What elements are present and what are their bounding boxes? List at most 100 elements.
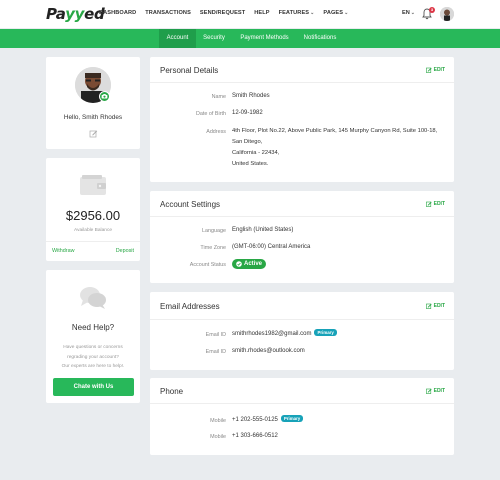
nav-transactions[interactable]: TRANSACTIONS xyxy=(145,10,191,16)
nav-pages[interactable]: PAGES⌄ xyxy=(323,10,348,16)
balance-label: Available Balance xyxy=(73,228,113,233)
phone-card: Phone EDIT Mobile +1 202-555-0125 Primary… xyxy=(150,378,454,455)
camera-icon xyxy=(101,94,108,99)
nav-send-request[interactable]: SEND/REQUEST xyxy=(200,10,245,16)
phone-value: +1 202-555-0125 Primary xyxy=(232,415,304,426)
phone-label: Mobile xyxy=(210,418,226,424)
address-label: Address xyxy=(206,129,226,135)
email-address: smithrhodes1982@gmail.com xyxy=(232,331,312,337)
withdraw-link[interactable]: Withdraw xyxy=(52,248,74,254)
edit-icon xyxy=(425,303,432,309)
edit-phone-button[interactable]: EDIT xyxy=(425,388,445,394)
email-label: Email ID xyxy=(205,349,226,355)
status-value: Active xyxy=(232,259,267,272)
phone-number: +1 202-555-0125 xyxy=(232,417,278,423)
personal-details-title: Personal Details xyxy=(160,66,219,75)
notification-badge: 3 xyxy=(429,7,435,13)
help-title: Need Help? xyxy=(71,323,115,332)
profile-greeting: Hello, Smith Rhodes xyxy=(63,114,123,121)
language-value: English (United States) xyxy=(232,227,294,233)
nav-dashboard[interactable]: DASHBOARD xyxy=(99,10,136,16)
edit-label: EDIT xyxy=(433,388,445,394)
tab-security[interactable]: Security xyxy=(199,29,229,48)
language-label: Language xyxy=(202,228,226,234)
edit-settings-button[interactable]: EDIT xyxy=(425,201,445,207)
personal-details-card: Personal Details EDIT Name Smith Rhodes … xyxy=(150,57,454,182)
balance-divider xyxy=(46,241,140,242)
card-divider xyxy=(150,216,454,217)
status-label: Account Status xyxy=(189,262,226,268)
chat-bubbles-icon xyxy=(80,287,106,309)
tab-account[interactable]: Account xyxy=(159,29,196,48)
nav-features[interactable]: FEATURES⌄ xyxy=(279,10,315,16)
language-label: EN xyxy=(402,10,410,16)
email-label: Email ID xyxy=(205,332,226,338)
dob-label: Date of Birth xyxy=(196,111,226,117)
tab-payment-methods[interactable]: Payment Methods xyxy=(236,29,293,48)
address-line: 4th Floor, Plot No.22, Above Public Park… xyxy=(232,128,438,134)
profile-card: Hello, Smith Rhodes xyxy=(46,57,140,149)
logo-text-start: Pa xyxy=(46,5,66,23)
account-settings-card: Account Settings EDIT Language English (… xyxy=(150,191,454,283)
edit-icon[interactable] xyxy=(89,129,98,138)
language-selector[interactable]: EN⌄ xyxy=(402,10,415,16)
name-label: Name xyxy=(211,94,226,100)
email-addresses-title: Email Addresses xyxy=(160,302,220,311)
change-photo-button[interactable] xyxy=(99,91,110,102)
address-value: 4th Floor, Plot No.22, Above Public Park… xyxy=(232,126,437,170)
timezone-label: Time Zone xyxy=(200,245,226,251)
edit-icon xyxy=(425,67,432,73)
brand-logo[interactable]: Payyed xyxy=(46,5,105,23)
edit-label: EDIT xyxy=(433,303,445,309)
phone-label: Mobile xyxy=(210,434,226,440)
edit-label: EDIT xyxy=(433,201,445,207)
status-text: Active xyxy=(244,261,263,267)
dob-value: 12-09-1982 xyxy=(232,110,263,116)
nav-features-label: FEATURES xyxy=(278,10,310,16)
card-divider xyxy=(150,403,454,404)
edit-icon xyxy=(425,388,432,394)
tab-notifications[interactable]: Notifications xyxy=(298,29,342,48)
phone-title: Phone xyxy=(160,387,184,396)
help-text-line: Have questions or concerns xyxy=(63,345,123,350)
top-header: Payyed DASHBOARD TRANSACTIONS SEND/REQUE… xyxy=(0,0,500,28)
address-line: California - 22434, xyxy=(232,150,280,156)
user-avatar[interactable] xyxy=(440,7,454,21)
account-settings-title: Account Settings xyxy=(160,200,221,209)
chevron-down-icon: ⌄ xyxy=(344,10,349,16)
main-nav: DASHBOARD TRANSACTIONS SEND/REQUEST HELP… xyxy=(99,10,348,16)
chat-with-us-button[interactable]: Chate with Us xyxy=(53,378,134,396)
name-value: Smith Rhodes xyxy=(232,93,270,99)
account-tab-bar: Account Security Payment Methods Notific… xyxy=(0,29,500,48)
wallet-icon xyxy=(80,175,106,195)
email-addresses-card: Email Addresses EDIT Email ID smithrhode… xyxy=(150,292,454,370)
phone-number: +1 303-666-0512 xyxy=(232,433,278,439)
timezone-value: (GMT-06:00) Central America xyxy=(232,244,311,250)
help-card: Need Help? Have questions or concerns re… xyxy=(46,270,140,403)
status-badge: Active xyxy=(232,259,267,269)
email-address: smith.rhodes@outlook.com xyxy=(232,348,305,354)
nav-pages-label: PAGES xyxy=(323,10,344,16)
balance-card: $2956.00 Available Balance Withdraw Depo… xyxy=(46,158,140,261)
card-divider xyxy=(150,319,454,320)
logo-text-accent: yy xyxy=(65,5,85,23)
email-value: smithrhodes1982@gmail.com Primary xyxy=(232,329,337,340)
balance-amount: $2956.00 xyxy=(65,208,121,223)
check-circle-icon xyxy=(236,261,242,267)
deposit-link[interactable]: Deposit xyxy=(116,248,134,254)
edit-email-button[interactable]: EDIT xyxy=(425,303,445,309)
primary-badge: Primary xyxy=(314,329,337,336)
address-line: United States. xyxy=(232,161,269,167)
edit-label: EDIT xyxy=(433,67,445,73)
edit-personal-button[interactable]: EDIT xyxy=(425,67,445,73)
chevron-down-icon: ⌄ xyxy=(310,10,315,16)
edit-icon xyxy=(425,201,432,207)
help-text: Have questions or concerns regrading you… xyxy=(46,343,140,372)
address-line: San Ditego, xyxy=(232,139,263,145)
chevron-down-icon: ⌄ xyxy=(410,10,415,16)
help-text-line: regrading your account? xyxy=(67,354,119,360)
nav-help[interactable]: HELP xyxy=(254,10,269,16)
primary-badge: Primary xyxy=(280,415,304,422)
card-divider xyxy=(150,82,454,83)
help-text-line: Our experts are here to help!. xyxy=(61,364,125,369)
